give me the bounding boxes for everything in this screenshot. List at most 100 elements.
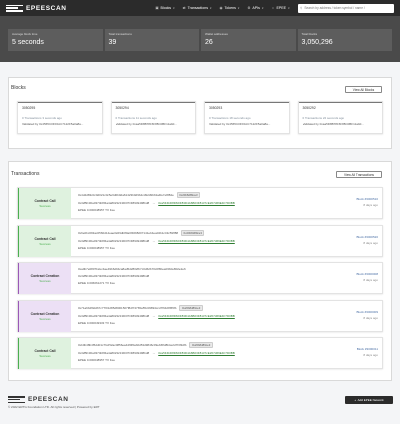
tx-to[interactable]: 0xa5F4bD8D6DF83D4A6B03F8137cE267d69E4F7D… <box>158 201 235 205</box>
tx-type-label: Contract Call <box>34 236 56 241</box>
tx-status: Success <box>39 279 51 283</box>
arrow-right-icon: → <box>152 351 156 355</box>
menu-apis[interactable]: ⚙ APIs ▼ <box>247 6 264 10</box>
chevron-down-icon: ▼ <box>287 6 291 10</box>
transaction-row[interactable]: Contract Creation Success 0x71a6b2f9dd67… <box>17 299 383 332</box>
logo-mark-icon <box>8 396 25 403</box>
tx-from[interactable]: 0x32BF4Da0374b8f4a4a8023213D07DF8949498b… <box>78 351 149 355</box>
transaction-row[interactable]: Contract Call Success 0x6e0bc093ac0560d1… <box>17 224 383 257</box>
tx-fee: EPEE 0.000048957 TX Fee <box>78 245 115 250</box>
tx-block[interactable]: Block #3000008 <box>356 272 378 276</box>
search-box[interactable]: ⚲ <box>298 3 394 13</box>
tx-from[interactable]: 0x32BF4Da0374b8f4a4a8023213D07DF8949498b… <box>78 239 149 243</box>
block-card[interactable]: 3050292 0 Transactions 22 seconds ago Va… <box>297 101 383 134</box>
tx-hash[interactable]: 0x71a6b2f9dd67c77f01285d8001507f8df74765… <box>78 306 176 310</box>
block-meta: 0 Transactions 11 seconds ago <box>115 116 157 120</box>
search-input[interactable] <box>304 6 390 10</box>
transaction-row[interactable]: Contract Call Success 0x4d4d83c0c0d021c0… <box>17 187 383 219</box>
tx-type-badge: Contract Creation Success <box>18 300 71 332</box>
tx-to[interactable]: 0xa5F4bD8D6DF83D4A6B03F8137cE267d69E4F7D… <box>158 351 235 355</box>
block-card[interactable]: 3050294 0 Transactions 11 seconds ago Va… <box>110 101 196 134</box>
tx-from[interactable]: 0x32BF4Da0374b8f4a4a8023213D07DF8949498b… <box>78 274 149 278</box>
block-card[interactable]: 3050293 0 Transactions 18 seconds ago Va… <box>204 101 290 134</box>
stat-average-block-time: Average block time 5 seconds <box>8 29 103 51</box>
tx-hash[interactable]: 0xb0b48b4f5dd01c7fcd52ac0856ea44f0f6ab6d… <box>78 343 186 347</box>
menu-transactions[interactable]: ⇄ Transactions ▼ <box>182 6 212 10</box>
block-number[interactable]: 3050293 <box>209 106 286 110</box>
tx-to[interactable]: 0xa5F4bD8D6DF83D4A6B03F8137cE267d69E4F7D… <box>158 314 235 318</box>
transaction-row[interactable]: Contract Creation Success 0xa0b7e0807b2e… <box>17 262 383 294</box>
tx-age: 8 days ago <box>363 278 378 282</box>
tx-age: 8 days ago <box>363 203 378 207</box>
menu-label: EPEE <box>276 6 287 10</box>
stat-total-blocks: Total blocks 3,050,296 <box>297 29 392 51</box>
tx-from[interactable]: 0x32BF4Da0374b8f4a4a8023213D07DF8949498b… <box>78 201 149 205</box>
tx-meta: Block #3000009 8 days ago <box>356 310 378 320</box>
arrow-right-icon: → <box>152 238 156 243</box>
block-validator[interactable]: Validated by 0x4565C0FF0AC7122F5a0a8a... <box>22 122 99 126</box>
tx-block[interactable]: Block #3000520 <box>356 235 378 239</box>
block-card[interactable]: 3050295 0 Transactions 3 seconds ago Val… <box>17 101 103 134</box>
stat-value: 5 seconds <box>12 38 44 46</box>
blocks-title: Blocks <box>11 85 26 91</box>
footer-logo[interactable]: EPEESCAN <box>8 396 69 403</box>
transaction-row[interactable]: Contract Call Success 0xb0b48b4f5dd01c7f… <box>17 337 383 369</box>
chevron-down-icon: ▼ <box>172 6 176 10</box>
token-icon: ◉ <box>219 6 223 10</box>
stat-value: 3,050,296 <box>301 38 333 46</box>
tx-to[interactable]: 0xa5F4bD8D6DF83D4A6B03F8137cE267d69E4F7D… <box>158 239 235 243</box>
main-menu: ▣ Blocks ▼ ⇄ Transactions ▼ ◉ Tokens ▼ ⚙… <box>155 0 290 16</box>
block-validator[interactable]: Validated by 0xaa5D8B7815F88C0BF11a0d... <box>303 122 380 126</box>
tx-method-pill: 0x20b8d89ce3 <box>181 229 205 236</box>
tx-from-to: 0x32BF4Da0374b8f4a4a8023213D07DF8949498b… <box>78 274 328 278</box>
tx-fee: EPEE 0.000049333 TX Fee <box>78 320 115 325</box>
site-logo[interactable]: EPEESCAN <box>6 4 67 12</box>
tx-fee: EPEE 0.000048957 TX Fee <box>78 208 115 212</box>
tx-from[interactable]: 0x32BF4Da0374b8f4a4a8023213D07DF8949498b… <box>78 314 149 318</box>
block-number[interactable]: 3050292 <box>303 106 380 110</box>
tx-method-pill: 0x20b8d89ce3 <box>189 342 213 348</box>
tx-meta: Block #3000008 8 days ago <box>356 272 378 282</box>
transactions-title: Transactions <box>11 171 40 177</box>
tx-block[interactable]: Block #3000510 <box>356 197 378 201</box>
block-validator[interactable]: Validated by 0x4565C0FF0AC7122F5a0a8a... <box>209 122 286 126</box>
tx-hash[interactable]: 0xa0b7e0807b2ec4ae49b6d94ca8ad5d2802fb7c… <box>78 267 186 271</box>
tx-hash[interactable]: 0x6e0bc093ac0560d14eae02d9db80a0f4698207… <box>78 231 178 235</box>
tx-from-to: 0x32BF4Da0374b8f4a4a8023213D07DF8949498b… <box>78 201 328 205</box>
stat-label: Wallet addresses <box>205 32 228 36</box>
network-icon: • <box>272 6 274 10</box>
stats-row: Average block time 5 seconds Total trans… <box>8 29 392 51</box>
tx-age: 8 days ago <box>363 353 378 357</box>
tx-status: Success <box>39 316 51 321</box>
add-network-button[interactable]: + Add EPEE Network <box>345 396 393 404</box>
tx-details: 0x71a6b2f9dd67c77f01285d8001507f8df74765… <box>78 304 328 325</box>
menu-network[interactable]: • EPEE ▼ <box>271 6 290 10</box>
transactions-list: Contract Call Success 0x4d4d83c0c0d021c0… <box>17 187 383 375</box>
block-number[interactable]: 3050294 <box>116 106 193 110</box>
tx-method-pill: 0x20b8d89ce3 <box>176 192 201 198</box>
tx-block[interactable]: Block #3000009 <box>356 310 378 314</box>
tx-status: Success <box>39 241 51 246</box>
plus-icon: + <box>354 398 357 402</box>
tx-fee: EPEE 0.006061271 TX Fee <box>78 281 115 285</box>
tx-block[interactable]: Block #3000011 <box>357 347 378 351</box>
tx-type-label: Contract Call <box>34 349 56 353</box>
block-number[interactable]: 3050295 <box>22 106 99 110</box>
tx-hash[interactable]: 0x4d4d83c0c0d021c0c5e6d0b0da61423b0d9b4c… <box>78 193 174 197</box>
transfer-icon: ⇄ <box>182 6 186 10</box>
menu-tokens[interactable]: ◉ Tokens ▼ <box>219 6 239 10</box>
menu-blocks[interactable]: ▣ Blocks ▼ <box>155 6 175 10</box>
tx-hash-line: 0x6e0bc093ac0560d14eae02d9db80a0f4698207… <box>78 229 328 236</box>
chevron-down-icon: ▼ <box>261 6 264 10</box>
block-meta: 0 Transactions 18 seconds ago <box>209 116 251 120</box>
view-all-blocks-button[interactable]: View All Blocks <box>345 86 382 93</box>
tx-type-label: Contract Call <box>34 199 56 203</box>
menu-label: Blocks <box>160 6 172 10</box>
block-validator[interactable]: Validated by 0xaa5D8B7815F88C0BF11a0d... <box>116 122 193 126</box>
tx-fee: EPEE 0.000048957 TX Fee <box>78 358 115 362</box>
view-all-transactions-button[interactable]: View All Transactions <box>336 171 382 178</box>
tx-meta: Block #3000011 8 days ago <box>357 347 378 357</box>
menu-label: APIs <box>252 6 260 10</box>
stat-value: 26 <box>205 38 213 46</box>
block-meta: 0 Transactions 22 seconds ago <box>302 116 345 120</box>
